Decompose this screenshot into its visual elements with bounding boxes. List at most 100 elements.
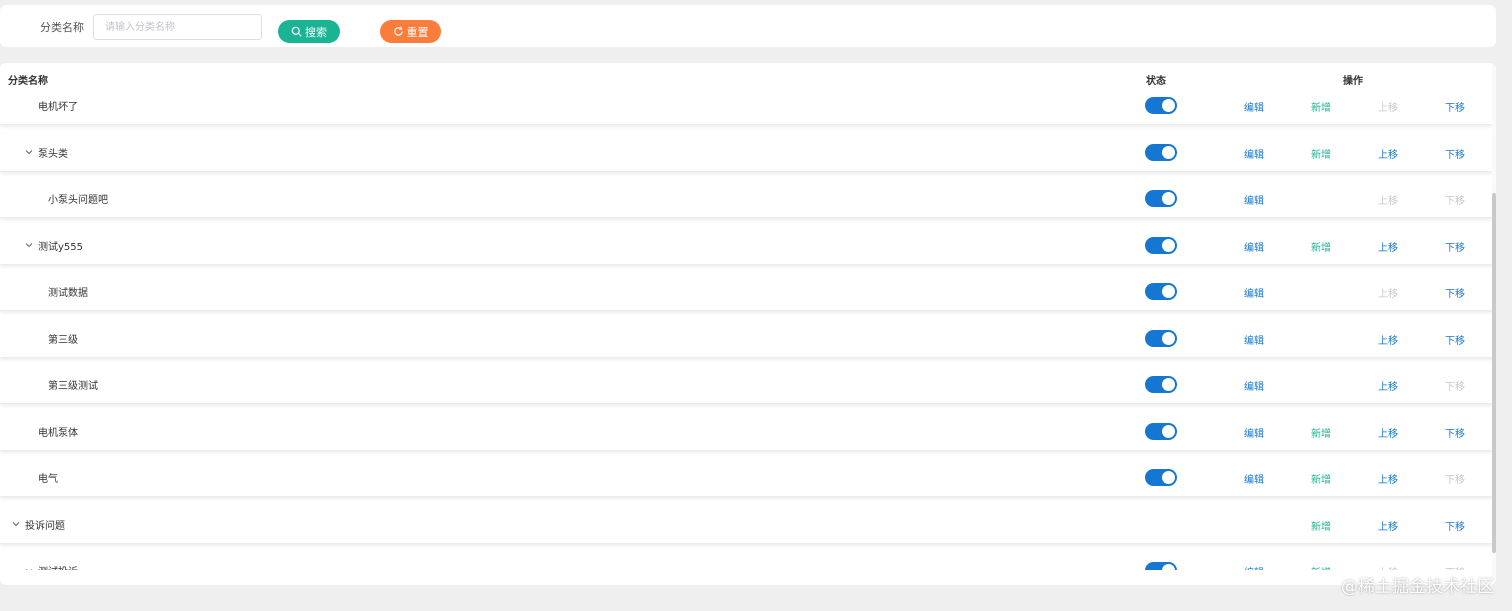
reset-button-label: 重置 [406, 25, 429, 39]
table-row: 第三级测试 编辑 上移 下移 [0, 365, 1492, 404]
edit-link[interactable]: 编辑 [1244, 285, 1264, 300]
category-name-cell: 第三级测试 [48, 365, 98, 404]
edit-link[interactable]: 编辑 [1244, 471, 1264, 486]
move-down-link[interactable]: 下移 [1445, 99, 1465, 114]
table-header: 分类名称 状态 操作 [0, 63, 1496, 94]
move-up-link: 上移 [1378, 103, 1398, 114]
category-name: 泵头类 [38, 148, 68, 160]
table-row: 第三级 编辑 上移 下移 [0, 318, 1492, 358]
column-header-status: 状态 [1146, 76, 1166, 87]
move-up-link[interactable]: 上移 [1378, 378, 1398, 393]
status-toggle[interactable] [1145, 143, 1177, 161]
move-down-link[interactable]: 下移 [1445, 285, 1465, 300]
toggle-knob [1162, 378, 1175, 391]
move-up-link[interactable]: 上移 [1378, 239, 1398, 254]
column-header-actions: 操作 [1343, 76, 1363, 87]
move-down-link[interactable]: 下移 [1445, 425, 1465, 440]
edit-link[interactable]: 编辑 [1244, 425, 1264, 440]
move-up-link[interactable]: 上移 [1378, 332, 1398, 347]
move-up-link[interactable]: 上移 [1378, 471, 1398, 486]
edit-link[interactable]: 编辑 [1244, 564, 1264, 570]
add-link[interactable]: 新增 [1311, 146, 1331, 161]
status-toggle[interactable] [1145, 236, 1177, 254]
toggle-knob [1162, 471, 1175, 484]
add-link[interactable]: 新增 [1311, 564, 1331, 570]
table-row: 电机坏了 编辑 新增 上移 下移 [0, 94, 1492, 125]
table-row: 泵头类 编辑 新增 上移 下移 [0, 132, 1492, 172]
add-link[interactable]: 新增 [1311, 239, 1331, 254]
edit-link[interactable]: 编辑 [1244, 239, 1264, 254]
add-link[interactable]: 新增 [1311, 99, 1331, 114]
toggle-knob [1162, 238, 1175, 252]
table-row: 电机泵体 编辑 新增 上移 下移 [0, 411, 1492, 451]
scrollbar-thumb[interactable] [1492, 193, 1496, 553]
search-label: 分类名称 [40, 21, 84, 34]
table-row: 测试数据 编辑 上移 下移 [0, 272, 1492, 311]
move-down-link: 下移 [1445, 382, 1465, 393]
move-up-link[interactable]: 上移 [1378, 146, 1398, 161]
status-toggle[interactable] [1145, 283, 1177, 300]
category-name-cell: 小泵头问题吧 [48, 179, 108, 218]
table-row: 电气 编辑 新增 上移 下移 [0, 458, 1492, 497]
category-name-cell: 测试数据 [48, 272, 88, 311]
reset-button[interactable]: 重置 [380, 20, 441, 43]
edit-link[interactable]: 编辑 [1244, 332, 1264, 347]
toggle-knob [1162, 145, 1175, 159]
move-down-link[interactable]: 下移 [1445, 146, 1465, 161]
move-down-link[interactable]: 下移 [1445, 332, 1465, 347]
category-name: 电机泵体 [38, 427, 78, 439]
category-name: 投诉问题 [25, 520, 65, 532]
status-toggle[interactable] [1145, 97, 1177, 114]
search-bar: 分类名称 搜索 重置 [0, 5, 1496, 47]
status-toggle[interactable] [1145, 562, 1177, 570]
category-table: 分类名称 状态 操作 电机坏了 编辑 新增 上移 下移 泵头类 编辑 新增 上移 下移 小泵头问题吧… [0, 63, 1496, 585]
move-down-link[interactable]: 下移 [1445, 518, 1465, 533]
toggle-knob [1162, 424, 1175, 438]
chevron-down-icon[interactable] [10, 518, 22, 530]
category-name: 测试y555 [38, 241, 84, 253]
category-name: 电机坏了 [38, 102, 78, 113]
move-down-link: 下移 [1445, 564, 1465, 570]
toggle-knob [1162, 564, 1175, 570]
add-link[interactable]: 新增 [1311, 518, 1331, 533]
table-row: 测试投诉 编辑 新增 上移 下移 [0, 551, 1492, 570]
table-body: 电机坏了 编辑 新增 上移 下移 泵头类 编辑 新增 上移 下移 小泵头问题吧 编辑 上移 下移 测试y55… [0, 94, 1492, 570]
toggle-knob [1162, 99, 1175, 112]
chevron-down-icon[interactable] [23, 565, 35, 570]
status-toggle[interactable] [1145, 422, 1177, 440]
edit-link[interactable]: 编辑 [1244, 99, 1264, 114]
category-name-cell: 电机泵体 [38, 412, 78, 451]
status-toggle[interactable] [1145, 469, 1177, 486]
add-link[interactable]: 新增 [1311, 471, 1331, 486]
category-name-cell: 第三级 [48, 319, 78, 358]
chevron-down-icon[interactable] [23, 239, 35, 251]
toggle-knob [1162, 331, 1175, 345]
category-name: 第三级测试 [48, 381, 98, 392]
category-name-cell: 电机坏了 [38, 94, 78, 125]
toggle-knob [1162, 192, 1175, 205]
move-down-link[interactable]: 下移 [1445, 239, 1465, 254]
search-button[interactable]: 搜索 [278, 20, 340, 43]
edit-link[interactable]: 编辑 [1244, 146, 1264, 161]
category-name-search-input[interactable] [93, 14, 262, 40]
refresh-icon [393, 26, 403, 36]
status-toggle[interactable] [1145, 190, 1177, 207]
status-toggle[interactable] [1145, 329, 1177, 347]
move-up-link[interactable]: 上移 [1378, 425, 1398, 440]
add-link[interactable]: 新增 [1311, 425, 1331, 440]
edit-link[interactable]: 编辑 [1244, 192, 1264, 207]
chevron-down-icon[interactable] [23, 146, 35, 158]
search-button-label: 搜索 [305, 25, 327, 39]
category-name-cell: 测试投诉 [23, 551, 78, 570]
category-name: 第三级 [48, 334, 78, 346]
edit-link[interactable]: 编辑 [1244, 378, 1264, 393]
category-name-cell: 投诉问题 [10, 505, 65, 544]
category-name-cell: 电气 [38, 458, 58, 497]
status-toggle[interactable] [1145, 376, 1177, 393]
table-row: 小泵头问题吧 编辑 上移 下移 [0, 179, 1492, 218]
move-down-link: 下移 [1445, 196, 1465, 207]
move-down-link: 下移 [1445, 475, 1465, 486]
move-up-link: 上移 [1378, 289, 1398, 300]
move-up-link[interactable]: 上移 [1378, 518, 1398, 533]
move-up-link: 上移 [1378, 564, 1398, 570]
